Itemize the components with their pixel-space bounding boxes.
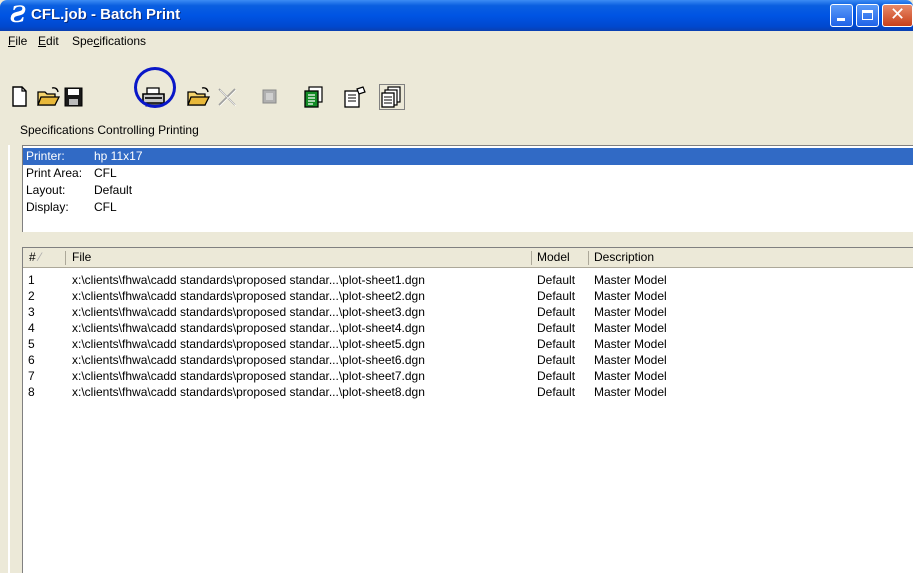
column-header-model[interactable]: Model: [537, 248, 570, 267]
batch-print-window: Ƨ CFL.job - Batch Print ✕ File Edit Spec…: [0, 0, 913, 573]
list-row[interactable]: 2 x:\clients\fhwa\cadd standards\proposed…: [23, 288, 913, 304]
menu-specifications[interactable]: Specifications: [72, 34, 146, 48]
menu-bar: File Edit Specifications: [0, 31, 913, 52]
list-row[interactable]: 7 x:\clients\fhwa\cadd standards\proposed…: [23, 368, 913, 384]
left-strip: [0, 118, 8, 573]
open-specifications-icon[interactable]: [187, 86, 211, 108]
spec-row-printer[interactable]: Printer: hp 11x17: [23, 148, 913, 165]
specification-icon[interactable]: [343, 86, 367, 108]
spec-row-print-area[interactable]: Print Area: CFL: [23, 165, 913, 182]
delete-icon: [218, 88, 237, 107]
column-header-description[interactable]: Description: [594, 248, 654, 267]
minimize-button[interactable]: [830, 4, 853, 27]
save-icon[interactable]: [63, 86, 85, 108]
close-button[interactable]: ✕: [882, 4, 913, 27]
window-title: CFL.job - Batch Print: [31, 6, 181, 23]
open-icon[interactable]: [37, 86, 61, 108]
list-row[interactable]: 1 x:\clients\fhwa\cadd standards\proposed…: [23, 272, 913, 288]
spec-row-display[interactable]: Display: CFL: [23, 199, 913, 216]
list-header: # ⁄ File Model Description: [23, 248, 913, 268]
left-edge: [8, 145, 10, 573]
microstation-icon: Ƨ: [10, 2, 26, 28]
list-row[interactable]: 8 x:\clients\fhwa\cadd standards\proposed…: [23, 384, 913, 400]
file-list[interactable]: # ⁄ File Model Description 1 x:\clients\f…: [22, 247, 913, 573]
column-separator[interactable]: [65, 251, 66, 265]
specifications-panel[interactable]: Printer: hp 11x17 Print Area: CFL Layout…: [22, 145, 913, 232]
menu-edit[interactable]: Edit: [38, 34, 59, 48]
properties-icon[interactable]: [303, 86, 325, 108]
list-row[interactable]: 6 x:\clients\fhwa\cadd standards\proposed…: [23, 352, 913, 368]
new-icon[interactable]: [10, 86, 30, 108]
disabled-icon: [262, 89, 277, 104]
column-separator[interactable]: [588, 251, 589, 265]
list-row[interactable]: 4 x:\clients\fhwa\cadd standards\proposed…: [23, 320, 913, 336]
multiple-pages-icon[interactable]: [379, 84, 405, 110]
maximize-button[interactable]: [856, 4, 879, 27]
print-highlight-circle: [134, 67, 176, 108]
specifications-label: Specifications Controlling Printing: [20, 123, 199, 137]
close-icon: ✕: [890, 4, 906, 25]
column-separator[interactable]: [531, 251, 532, 265]
column-header-number[interactable]: # ⁄: [29, 248, 41, 267]
spec-row-layout[interactable]: Layout: Default: [23, 182, 913, 199]
title-bar[interactable]: Ƨ CFL.job - Batch Print ✕: [0, 0, 913, 31]
list-row[interactable]: 3 x:\clients\fhwa\cadd standards\proposed…: [23, 304, 913, 320]
column-header-file[interactable]: File: [72, 248, 91, 267]
menu-file[interactable]: File: [8, 34, 27, 48]
list-row[interactable]: 5 x:\clients\fhwa\cadd standards\proposed…: [23, 336, 913, 352]
